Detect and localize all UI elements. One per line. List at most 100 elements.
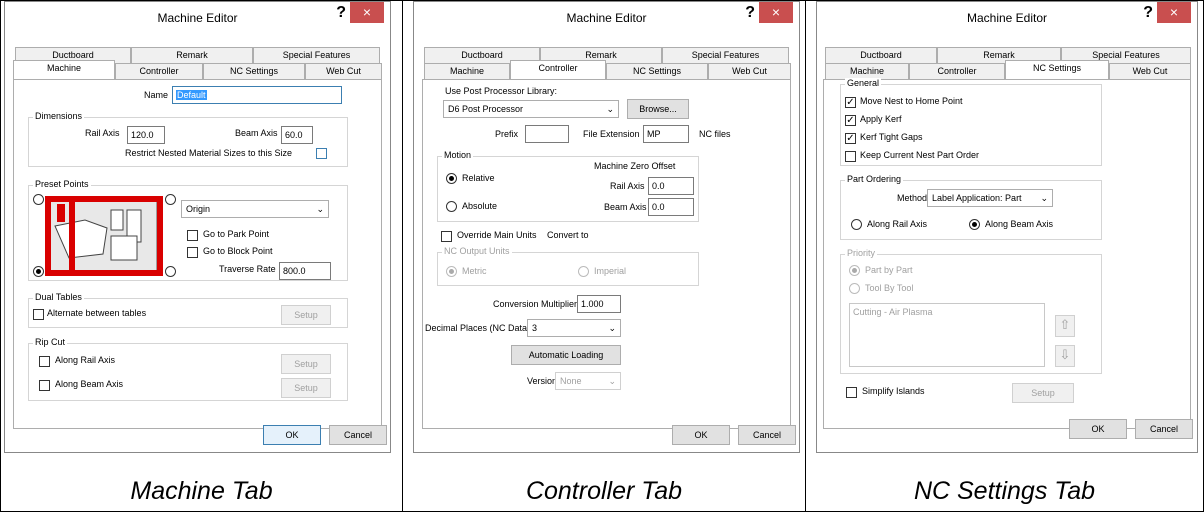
part-by-part-radio[interactable]	[849, 265, 860, 276]
preset-top-left-radio[interactable]	[33, 194, 44, 205]
rip-rail-setup-button[interactable]: Setup	[281, 354, 331, 374]
prefix-field[interactable]	[525, 125, 569, 143]
tab-web-cut[interactable]: Web Cut	[305, 63, 382, 79]
override-units-checkbox[interactable]	[441, 231, 452, 242]
metric-radio[interactable]	[446, 266, 457, 277]
cancel-button[interactable]: Cancel	[738, 425, 796, 445]
general-label: General	[845, 78, 882, 88]
mzo-rail-axis-field[interactable]: 0.0	[648, 177, 694, 195]
ok-button[interactable]: OK	[672, 425, 730, 445]
preset-bottom-right-radio[interactable]	[165, 266, 176, 277]
tab-machine[interactable]: Machine	[825, 63, 909, 79]
rip-along-beam-checkbox[interactable]	[39, 380, 50, 391]
absolute-radio[interactable]	[446, 201, 457, 212]
along-rail-radio[interactable]	[851, 219, 862, 230]
title-bar: Machine Editor ? ×	[5, 2, 390, 34]
close-button[interactable]: ×	[350, 2, 384, 23]
ok-button[interactable]: OK	[1069, 419, 1127, 439]
tab-ductboard[interactable]: Ductboard	[825, 47, 937, 63]
automatic-loading-button[interactable]: Automatic Loading	[511, 345, 621, 365]
alternate-tables-checkbox[interactable]	[33, 309, 44, 320]
move-up-button[interactable]: ⇧	[1055, 315, 1075, 337]
cancel-button[interactable]: Cancel	[1135, 419, 1193, 439]
preset-top-right-radio[interactable]	[165, 194, 176, 205]
move-nest-checkbox[interactable]: ✓	[845, 97, 856, 108]
move-nest-label: Move Nest to Home Point	[860, 96, 963, 106]
tab-remark[interactable]: Remark	[131, 47, 253, 63]
tab-special-features[interactable]: Special Features	[662, 47, 789, 63]
mzo-beam-axis-field[interactable]: 0.0	[648, 198, 694, 216]
mzo-beam-axis-label: Beam Axis	[604, 202, 647, 212]
nc-output-units-label: NC Output Units	[442, 246, 512, 256]
tab-controller[interactable]: Controller	[115, 63, 203, 79]
tab-machine[interactable]: Machine	[13, 60, 115, 79]
ok-button[interactable]: OK	[263, 425, 321, 445]
restrict-size-label: Restrict Nested Material Sizes to this S…	[125, 148, 293, 158]
tab-web-cut[interactable]: Web Cut	[708, 63, 791, 79]
rail-axis-field[interactable]: 120.0	[127, 126, 165, 144]
version-label: Version	[527, 376, 558, 386]
override-units-label: Override Main Units	[457, 230, 537, 240]
help-icon[interactable]: ?	[336, 4, 346, 22]
move-down-button[interactable]: ⇩	[1055, 345, 1075, 367]
part-by-part-label: Part by Part	[865, 265, 913, 275]
part-ordering-group: Part Ordering Method Label Application: …	[840, 174, 1102, 240]
keep-order-checkbox[interactable]	[845, 151, 856, 162]
post-processor-select[interactable]: D6 Post Processor ⌄	[443, 100, 619, 118]
priority-list-item[interactable]: Cutting - Air Plasma	[853, 307, 933, 317]
panel-controller-tab: Machine Editor ? × Ductboard Remark Spec…	[402, 0, 806, 512]
version-select[interactable]: None ⌄	[555, 372, 621, 390]
decimal-places-select[interactable]: 3 ⌄	[527, 319, 621, 337]
preset-point-select[interactable]: Origin ⌄	[181, 200, 329, 218]
tab-web-cut[interactable]: Web Cut	[1109, 63, 1191, 79]
rip-along-rail-checkbox[interactable]	[39, 356, 50, 367]
keep-order-label: Keep Current Nest Part Order	[860, 150, 980, 160]
metric-label: Metric	[462, 266, 487, 276]
tab-special-features[interactable]: Special Features	[253, 47, 380, 63]
help-icon[interactable]: ?	[1143, 4, 1153, 22]
name-field[interactable]: Default	[172, 86, 342, 104]
machine-editor-window: Machine Editor ? × Ductboard Remark Spec…	[413, 1, 800, 453]
title-bar: Machine Editor ? ×	[414, 2, 799, 34]
apply-kerf-checkbox[interactable]: ✓	[845, 115, 856, 126]
tab-controller[interactable]: Controller	[909, 63, 1005, 79]
relative-radio[interactable]	[446, 173, 457, 184]
tool-by-tool-radio[interactable]	[849, 283, 860, 294]
beam-axis-field[interactable]: 60.0	[281, 126, 313, 144]
along-beam-radio[interactable]	[969, 219, 980, 230]
tab-machine[interactable]: Machine	[424, 63, 510, 79]
go-to-park-checkbox[interactable]	[187, 230, 198, 241]
dual-tables-group: Dual Tables Alternate between tables Set…	[28, 292, 348, 328]
method-select[interactable]: Label Application: Part ⌄	[927, 189, 1053, 207]
simplify-setup-button[interactable]: Setup	[1012, 383, 1074, 403]
browse-button[interactable]: Browse...	[627, 99, 689, 119]
title-bar: Machine Editor ? ×	[817, 2, 1197, 34]
traverse-rate-field[interactable]: 800.0	[279, 262, 331, 280]
preset-bottom-left-radio[interactable]	[33, 266, 44, 277]
tab-nc-settings[interactable]: NC Settings	[1005, 60, 1109, 79]
simplify-islands-checkbox[interactable]	[846, 387, 857, 398]
help-icon[interactable]: ?	[745, 4, 755, 22]
tab-nc-settings[interactable]: NC Settings	[606, 63, 708, 79]
rail-axis-label: Rail Axis	[85, 128, 120, 138]
close-button[interactable]: ×	[1157, 2, 1191, 23]
dual-tables-setup-button[interactable]: Setup	[281, 305, 331, 325]
cancel-button[interactable]: Cancel	[329, 425, 387, 445]
machine-table-diagram	[45, 196, 163, 276]
restrict-size-checkbox[interactable]	[316, 148, 327, 159]
dimensions-group: Dimensions Rail Axis 120.0 Beam Axis 60.…	[28, 111, 348, 167]
close-button[interactable]: ×	[759, 2, 793, 23]
machine-editor-window: Machine Editor ? × Ductboard Remark Spec…	[816, 1, 1198, 453]
machine-zero-offset-label: Machine Zero Offset	[594, 161, 676, 171]
rip-beam-setup-button[interactable]: Setup	[281, 378, 331, 398]
imperial-radio[interactable]	[578, 266, 589, 277]
go-to-block-checkbox[interactable]	[187, 247, 198, 258]
file-extension-field[interactable]: MP	[643, 125, 689, 143]
priority-list[interactable]: Cutting - Air Plasma	[849, 303, 1045, 367]
kerf-tight-checkbox[interactable]: ✓	[845, 133, 856, 144]
conversion-multiplier-field[interactable]: 1.000	[577, 295, 621, 313]
tab-nc-settings[interactable]: NC Settings	[203, 63, 305, 79]
tab-controller[interactable]: Controller	[510, 60, 606, 79]
apply-kerf-label: Apply Kerf	[860, 114, 902, 124]
dimensions-label: Dimensions	[33, 111, 85, 121]
